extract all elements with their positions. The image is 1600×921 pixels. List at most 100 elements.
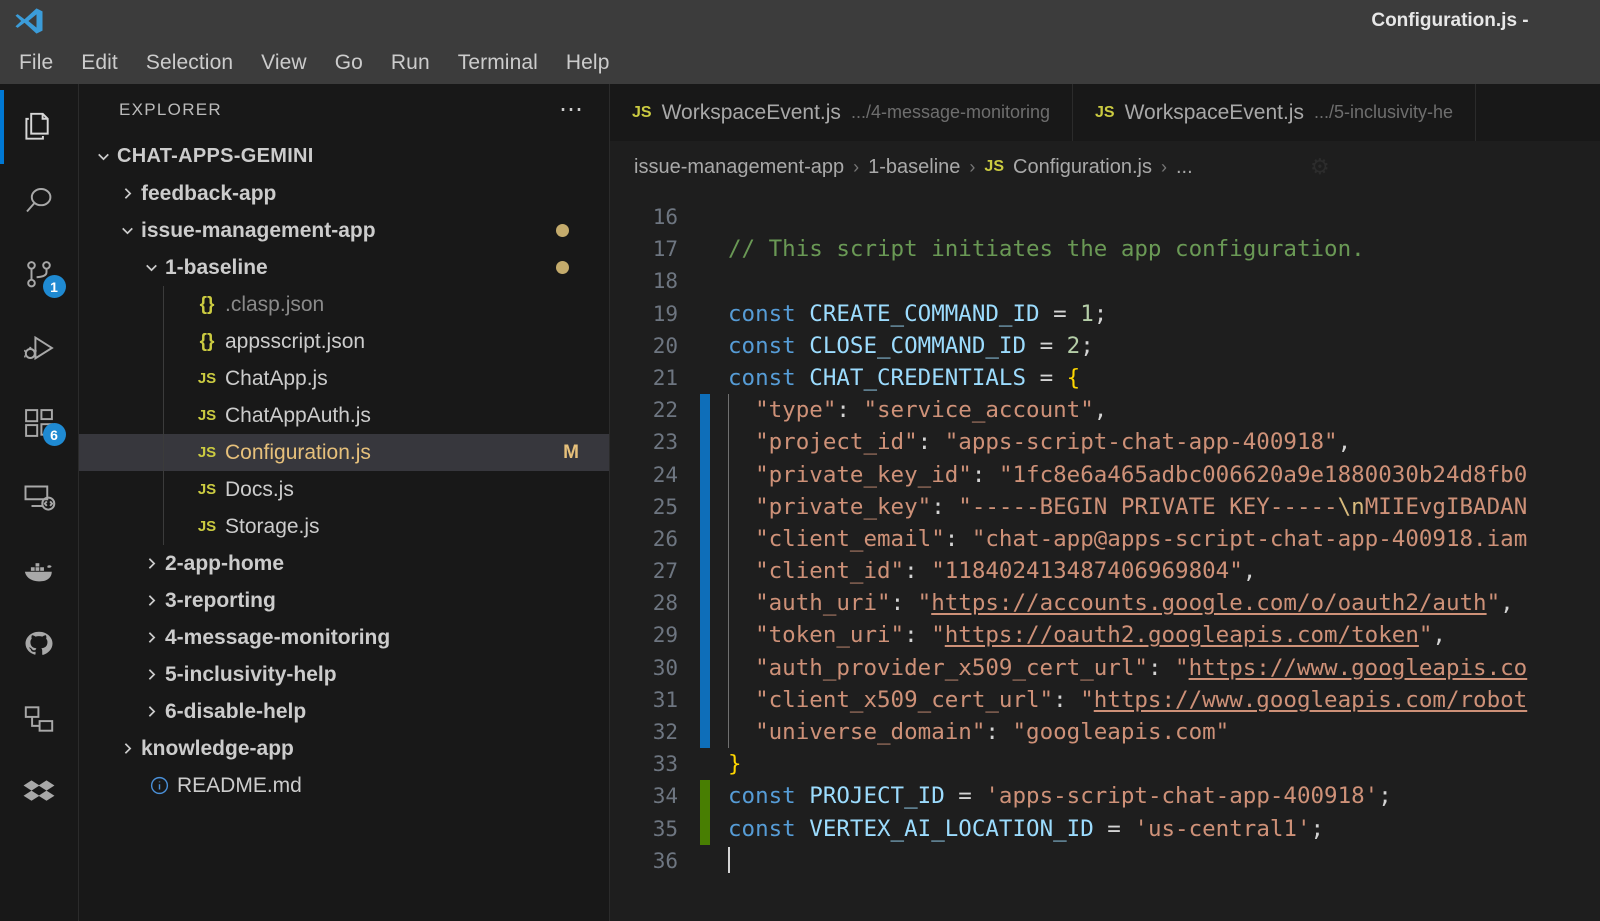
code-line[interactable]: 31 "client_x509_cert_url": "https://www.…	[610, 684, 1600, 716]
chevron-right-icon[interactable]	[137, 629, 165, 646]
code-token: "	[1487, 590, 1501, 616]
chevron-down-icon[interactable]	[89, 148, 117, 165]
tree-file-appsscript.json[interactable]: {}appsscript.json	[79, 323, 609, 360]
chevron-down-icon[interactable]	[137, 259, 165, 276]
tree-item-label: 4-message-monitoring	[165, 626, 390, 650]
tree-file-docs.js[interactable]: JSDocs.js	[79, 471, 609, 508]
code-token[interactable]: https://oauth2.googleapis.com/token	[945, 622, 1419, 648]
tree-folder-6-disable-help[interactable]: 6-disable-help	[79, 693, 609, 730]
editor-tab-bar[interactable]: JSWorkspaceEvent.js.../4-message-monitor…	[610, 84, 1600, 141]
tree-item-label: 5-inclusivity-help	[165, 663, 337, 687]
menu-run[interactable]: Run	[378, 48, 443, 78]
tree-folder-4-message-monitoring[interactable]: 4-message-monitoring	[79, 619, 609, 656]
activity-source-control[interactable]: 1	[0, 238, 79, 312]
tree-folder-5-inclusivity-help[interactable]: 5-inclusivity-help	[79, 656, 609, 693]
chevron-right-icon[interactable]	[137, 555, 165, 572]
menu-help[interactable]: Help	[553, 48, 623, 78]
code-line[interactable]: 32 "universe_domain": "googleapis.com"	[610, 716, 1600, 748]
tree-item-label: Configuration.js	[225, 441, 371, 465]
tree-folder-1-baseline[interactable]: 1-baseline	[79, 249, 609, 286]
activity-explorer[interactable]	[0, 90, 79, 164]
code-line-content: const CHAT_CREDENTIALS = {	[710, 362, 1600, 394]
menu-file[interactable]: File	[6, 48, 66, 78]
tree-file-.clasp.json[interactable]: {}.clasp.json	[79, 286, 609, 323]
code-line[interactable]: 21const CHAT_CREDENTIALS = {	[610, 362, 1600, 394]
code-line[interactable]: 22 "type": "service_account",	[610, 394, 1600, 426]
activity-github[interactable]	[0, 608, 79, 682]
activity-remote-explorer[interactable]	[0, 460, 79, 534]
tab-path: .../5-inclusivity-he	[1314, 102, 1453, 123]
code-line[interactable]: 33}	[610, 748, 1600, 780]
tree-file-readme.md[interactable]: README.md	[79, 767, 609, 804]
activity-extensions[interactable]: 6	[0, 386, 79, 460]
code-token: const	[728, 333, 809, 359]
code-line[interactable]: 36	[610, 845, 1600, 877]
code-token: =	[1040, 301, 1081, 327]
tree-file-storage.js[interactable]: JSStorage.js	[79, 508, 609, 545]
activity-dropbox[interactable]	[0, 756, 79, 830]
chevron-right-icon[interactable]	[137, 703, 165, 720]
tree-folder-feedback-app[interactable]: feedback-app	[79, 175, 609, 212]
code-line[interactable]: 24 "private_key_id": "1fc8e6a465adbc0066…	[610, 459, 1600, 491]
chevron-right-icon[interactable]	[113, 740, 141, 757]
code-line[interactable]: 35const VERTEX_AI_LOCATION_ID = 'us-cent…	[610, 813, 1600, 845]
code-token: // This script initiates the app configu…	[728, 236, 1365, 262]
breadcrumb-part-2[interactable]: Configuration.js	[1013, 156, 1152, 179]
ellipsis-icon[interactable]: ⋯	[559, 105, 585, 115]
code-line[interactable]: 28 "auth_uri": "https://accounts.google.…	[610, 587, 1600, 619]
code-line[interactable]: 23 "project_id": "apps-script-chat-app-4…	[610, 426, 1600, 458]
breadcrumb-part-1[interactable]: 1-baseline	[868, 156, 960, 179]
code-line[interactable]: 18	[610, 265, 1600, 297]
activity-docker[interactable]	[0, 534, 79, 608]
menu-selection[interactable]: Selection	[133, 48, 246, 78]
code-token[interactable]: https://www.googleapis.co	[1189, 655, 1528, 681]
chevron-right-icon[interactable]	[137, 666, 165, 683]
code-line-content: "token_uri": "https://oauth2.googleapis.…	[710, 619, 1600, 651]
tree-folder-chat-apps-gemini[interactable]: CHAT-APPS-GEMINI	[79, 138, 609, 175]
tab-path: .../4-message-monitoring	[851, 102, 1050, 123]
file-tree[interactable]: CHAT-APPS-GEMINIfeedback-appissue-manage…	[79, 136, 609, 921]
tree-folder-3-reporting[interactable]: 3-reporting	[79, 582, 609, 619]
menu-edit[interactable]: Edit	[68, 48, 131, 78]
tree-folder-issue-management-app[interactable]: issue-management-app	[79, 212, 609, 249]
editor-tab[interactable]: JSWorkspaceEvent.js.../4-message-monitor…	[610, 84, 1073, 141]
code-line[interactable]: 16	[610, 201, 1600, 233]
breadcrumb-part-0[interactable]: issue-management-app	[634, 156, 844, 179]
activity-test-explorer[interactable]	[0, 682, 79, 756]
sidebar-header: EXPLORER ⋯	[79, 84, 609, 136]
code-line[interactable]: 27 "client_id": "118402413487406969804",	[610, 555, 1600, 587]
code-token: =	[1094, 816, 1135, 842]
tree-file-chatapp.js[interactable]: JSChatApp.js	[79, 360, 609, 397]
breadcrumb-part-3[interactable]: ...	[1176, 156, 1193, 179]
code-token[interactable]: https://accounts.google.com/o/oauth2/aut…	[931, 590, 1486, 616]
activity-search[interactable]	[0, 164, 79, 238]
tree-item-label: ChatAppAuth.js	[225, 404, 371, 428]
code-line[interactable]: 17// This script initiates the app confi…	[610, 233, 1600, 265]
chevron-down-icon[interactable]	[113, 222, 141, 239]
menu-terminal[interactable]: Terminal	[445, 48, 551, 78]
code-line[interactable]: 34const PROJECT_ID = 'apps-script-chat-a…	[610, 780, 1600, 812]
code-token: =	[945, 783, 986, 809]
editor-tab[interactable]: JSWorkspaceEvent.js.../5-inclusivity-he	[1073, 84, 1476, 141]
code-line[interactable]: 26 "client_email": "chat-app@apps-script…	[610, 523, 1600, 555]
tree-indent-guide	[163, 397, 164, 434]
breadcrumb[interactable]: issue-management-app › 1-baseline › JS C…	[610, 141, 1600, 193]
code-line[interactable]: 19const CREATE_COMMAND_ID = 1;	[610, 298, 1600, 330]
chevron-right-icon[interactable]	[113, 185, 141, 202]
tree-file-configuration.js[interactable]: JSConfiguration.jsM	[79, 434, 609, 471]
code-line[interactable]: 30 "auth_provider_x509_cert_url": "https…	[610, 652, 1600, 684]
code-line[interactable]: 29 "token_uri": "https://oauth2.googleap…	[610, 619, 1600, 651]
activity-run-and-debug[interactable]	[0, 312, 79, 386]
code-token[interactable]: https://www.googleapis.com/robot	[1094, 687, 1527, 713]
code-line[interactable]: 20const CLOSE_COMMAND_ID = 2;	[610, 330, 1600, 362]
tree-folder-2-app-home[interactable]: 2-app-home	[79, 545, 609, 582]
tree-folder-knowledge-app[interactable]: knowledge-app	[79, 730, 609, 767]
chevron-right-icon[interactable]	[137, 592, 165, 609]
code-line[interactable]: 25 "private_key": "-----BEGIN PRIVATE KE…	[610, 491, 1600, 523]
tree-file-chatappauth.js[interactable]: JSChatAppAuth.js	[79, 397, 609, 434]
menu-go[interactable]: Go	[322, 48, 376, 78]
code-token: }	[728, 751, 742, 777]
menu-view[interactable]: View	[248, 48, 320, 78]
code-editor[interactable]: 1617// This script initiates the app con…	[610, 193, 1600, 921]
code-line-content: "client_id": "118402413487406969804",	[710, 555, 1600, 587]
